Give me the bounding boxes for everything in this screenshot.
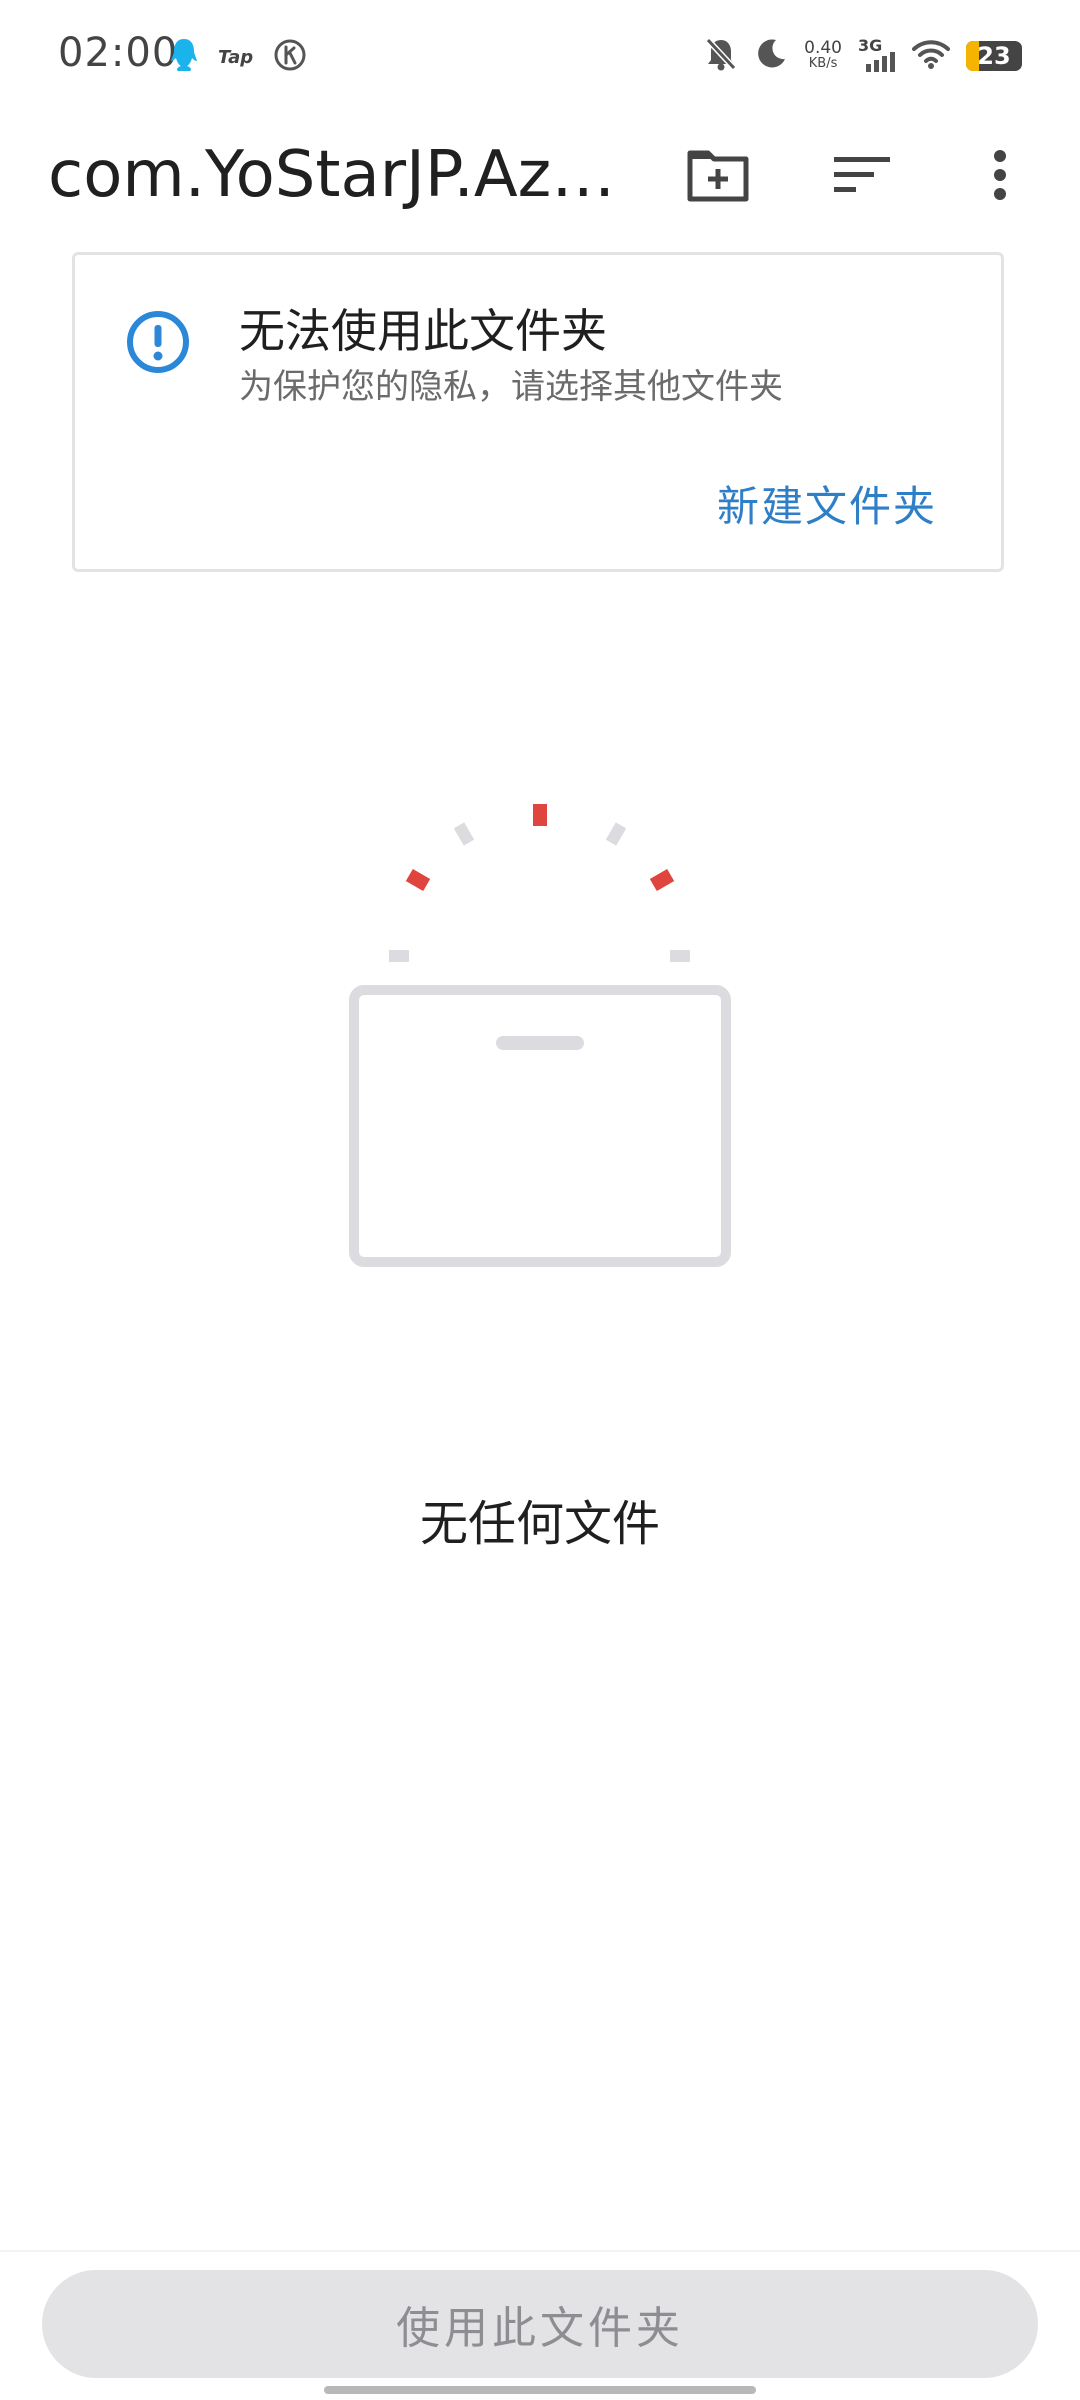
signal-icon: 3G — [858, 36, 896, 74]
empty-folder-box-icon — [349, 804, 731, 1267]
wifi-icon — [912, 38, 950, 74]
sort-icon — [834, 157, 890, 192]
status-right-icons: 0.40 KB/s 3G 23 — [704, 34, 1022, 78]
create-folder-link[interactable]: 新建文件夹 — [717, 473, 937, 534]
new-folder-button[interactable] — [678, 135, 758, 215]
mute-bell-icon — [704, 36, 738, 76]
more-vert-icon — [994, 150, 1006, 200]
page-title: com.YoStarJP.Az… — [48, 138, 616, 212]
net-speed-unit: KB/s — [808, 56, 838, 71]
home-indicator[interactable] — [324, 2386, 756, 2394]
bottom-divider — [0, 2250, 1080, 2252]
folder-warning-card: 无法使用此文件夹 为保护您的隐私，请选择其他文件夹 新建文件夹 — [72, 252, 1004, 572]
warning-subtitle: 为保护您的隐私，请选择其他文件夹 — [239, 367, 783, 407]
status-time: 02:00 — [58, 30, 179, 76]
app-bar: com.YoStarJP.Az… — [0, 115, 1080, 230]
taptap-icon: Tap — [218, 46, 254, 68]
status-bar: 02:00 Tap 0.40 KB/s 3G 23 — [0, 0, 1080, 115]
net-speed-value: 0.40 — [804, 38, 842, 58]
battery-level: 23 — [977, 42, 1011, 70]
new-folder-icon — [687, 150, 749, 202]
screen: 02:00 Tap 0.40 KB/s 3G 23 com.YoStarJP.A… — [0, 0, 1080, 2400]
battery-icon: 23 — [966, 41, 1022, 71]
moon-icon — [754, 37, 788, 75]
clock-badge-icon — [273, 38, 307, 76]
alert-circle-icon — [127, 311, 189, 373]
sort-button[interactable] — [822, 135, 902, 215]
warning-title: 无法使用此文件夹 — [239, 304, 607, 358]
more-options-button[interactable] — [960, 135, 1040, 215]
net-speed: 0.40 KB/s — [804, 38, 842, 72]
status-left-icons: Tap — [170, 36, 307, 78]
use-folder-button[interactable]: 使用此文件夹 — [42, 2270, 1038, 2378]
empty-message: 无任何文件 — [419, 1496, 660, 1552]
qq-icon — [170, 37, 198, 77]
